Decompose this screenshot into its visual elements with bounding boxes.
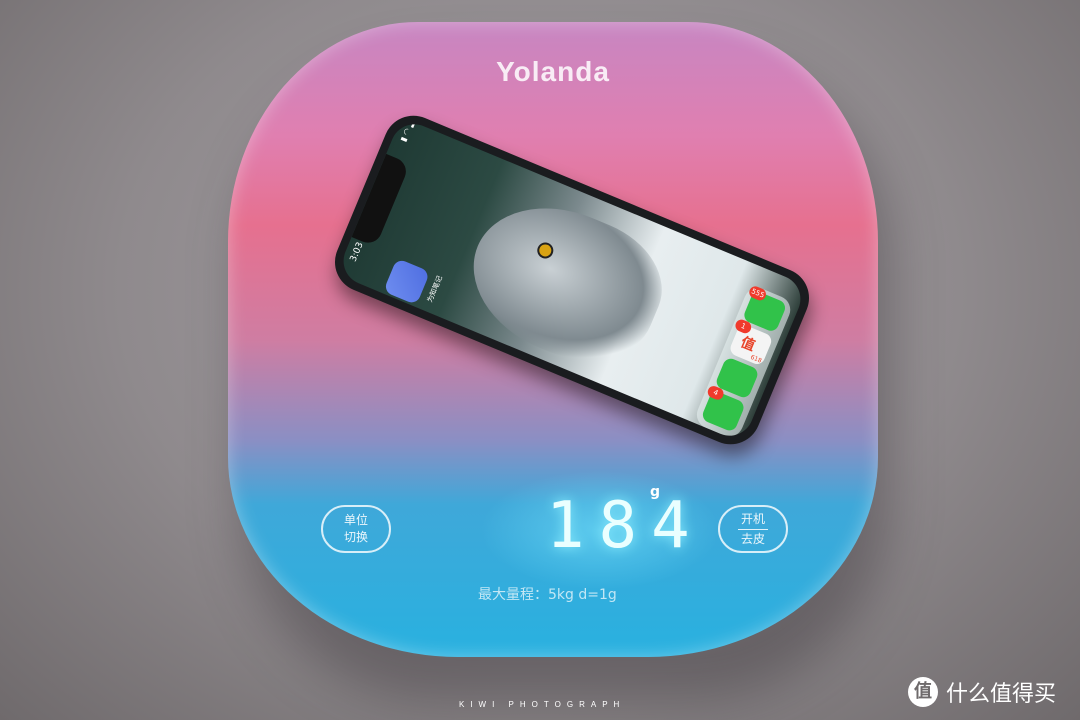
button-label: 开机 xyxy=(740,511,765,526)
smzdm-sub: 618 xyxy=(749,353,763,365)
weight-reading: 184 xyxy=(546,489,704,563)
smzdm-glyph: 值 xyxy=(738,334,758,355)
site-watermark: 值 什么值得买 xyxy=(908,676,1056,708)
app-label: 为知笔记 xyxy=(425,274,445,304)
site-name: 什么值得买 xyxy=(946,682,1057,707)
phone-time: 3:03 xyxy=(348,240,366,264)
power-tare-button[interactable]: 开机 去皮 xyxy=(718,505,788,553)
photographer-watermark: KIWI PHOTOGRAPH xyxy=(459,700,626,709)
button-label: 切换 xyxy=(343,530,368,544)
smzdm-logo-icon: 值 xyxy=(908,677,938,707)
unit-switch-button[interactable]: 单位 切换 xyxy=(321,505,391,553)
notes-app-icon xyxy=(383,258,431,306)
button-label: 去皮 xyxy=(740,531,765,546)
weight-unit: g xyxy=(650,484,661,500)
divider xyxy=(738,528,768,530)
brand-logo: Yolanda xyxy=(496,56,610,87)
capacity-label: 最大量程：5kg d=1g xyxy=(478,587,617,603)
button-label: 单位 xyxy=(343,513,368,527)
badge: 555 xyxy=(747,284,769,303)
status-icons: ▮ ◠ ▂▄ xyxy=(398,116,419,144)
